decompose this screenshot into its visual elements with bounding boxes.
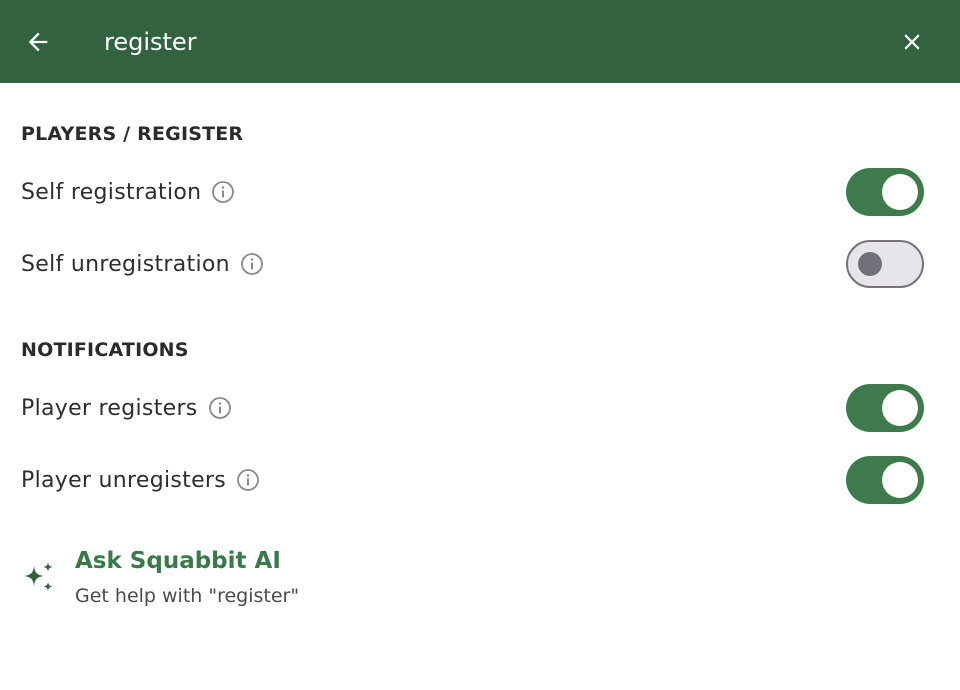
setting-label: Player registers [21,395,198,421]
info-icon[interactable] [211,180,235,204]
setting-label: Player unregisters [21,467,227,493]
ask-ai-subtitle: Get help with "register" [75,585,300,607]
self-unregistration-toggle[interactable] [846,240,924,288]
setting-row-player-unregisters: Player unregisters [0,448,960,512]
info-icon[interactable] [208,396,232,420]
arrow-left-icon [28,32,48,52]
toggle-knob [882,390,918,426]
ask-ai-button[interactable]: Ask Squabbit AI Get help with "register" [0,540,400,620]
info-icon[interactable] [236,468,260,492]
search-input[interactable] [104,20,844,64]
setting-row-self-registration: Self registration [0,160,960,224]
section-header-players-register: PLAYERS / REGISTER [21,123,244,145]
player-unregisters-toggle[interactable] [846,456,924,504]
self-registration-toggle[interactable] [846,168,924,216]
section-header-notifications: NOTIFICATIONS [21,339,189,361]
toggle-knob [858,252,882,276]
toggle-knob [882,462,918,498]
setting-row-self-unregistration: Self unregistration [0,232,960,296]
back-button[interactable] [16,20,60,64]
player-registers-toggle[interactable] [846,384,924,432]
search-header [0,0,960,83]
ask-ai-title: Ask Squabbit AI [75,548,281,574]
clear-search-button[interactable] [890,20,934,64]
setting-label: Self registration [21,179,202,205]
info-icon[interactable] [240,252,264,276]
close-icon [904,34,920,50]
setting-label: Self unregistration [21,251,230,277]
sparkle-icon [24,562,53,591]
toggle-knob [882,174,918,210]
setting-row-player-registers: Player registers [0,376,960,440]
